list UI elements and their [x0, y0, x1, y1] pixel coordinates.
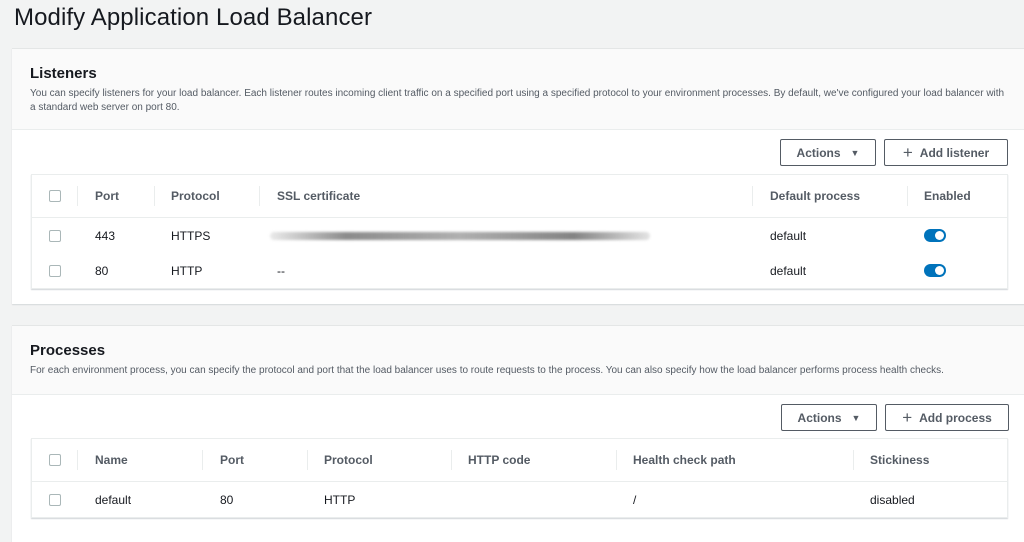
column-header-name[interactable]: Name — [95, 439, 128, 481]
row-checkbox[interactable] — [49, 493, 61, 506]
caret-down-icon: ▼ — [850, 147, 860, 158]
redacted-ssl-certificate — [270, 231, 650, 240]
processes-table: Name Port Protocol HTTP code Health chec… — [31, 438, 1008, 518]
processes-toolbar: Actions ▼ + Add process — [781, 404, 1009, 431]
listeners-panel: Listeners You can specify listeners for … — [12, 48, 1024, 304]
column-header-stickiness[interactable]: Stickiness — [870, 439, 929, 481]
column-header-http-code[interactable]: HTTP code — [468, 439, 530, 481]
add-process-button[interactable]: + Add process — [885, 404, 1009, 431]
listener-port: 80 — [95, 263, 109, 278]
column-header-health-check-path[interactable]: Health check path — [633, 439, 736, 481]
listeners-description: You can specify listeners for your load … — [30, 88, 1005, 113]
add-listener-button[interactable]: + Add listener — [884, 139, 1008, 166]
column-header-enabled[interactable]: Enabled — [924, 175, 971, 217]
add-process-label: Add process — [919, 410, 992, 425]
processes-header: Processes For each environment process, … — [12, 326, 1024, 395]
process-name: default — [95, 492, 132, 507]
table-header-row: Port Protocol SSL certificate Default pr… — [32, 175, 1007, 218]
listeners-header: Listeners You can specify listeners for … — [12, 49, 1024, 130]
process-stickiness: disabled — [870, 492, 915, 507]
column-header-port[interactable]: Port — [220, 439, 244, 481]
listeners-title: Listeners — [30, 65, 97, 82]
column-header-protocol[interactable]: Protocol — [171, 175, 220, 217]
listeners-toolbar: Actions ▼ + Add listener — [780, 139, 1008, 166]
column-header-protocol[interactable]: Protocol — [324, 439, 373, 481]
row-checkbox[interactable] — [49, 229, 61, 242]
table-row[interactable]: 80 HTTP -- default — [32, 253, 1007, 288]
listener-protocol: HTTP — [171, 263, 203, 278]
table-row[interactable]: default 80 HTTP / disabled — [32, 482, 1007, 517]
listeners-actions-button[interactable]: Actions ▼ — [780, 139, 876, 166]
processes-panel: Processes For each environment process, … — [12, 325, 1024, 542]
enabled-toggle[interactable] — [924, 229, 946, 242]
listener-default-process: default — [770, 263, 807, 278]
processes-actions-button[interactable]: Actions ▼ — [781, 404, 877, 431]
process-port: 80 — [220, 492, 234, 507]
process-health-check-path: / — [633, 492, 637, 507]
column-header-ssl-certificate[interactable]: SSL certificate — [277, 175, 360, 217]
table-row[interactable]: 443 HTTPS default — [32, 218, 1007, 253]
caret-down-icon: ▼ — [851, 412, 861, 423]
page-title: Modify Application Load Balancer — [14, 4, 373, 31]
listener-protocol: HTTPS — [171, 228, 211, 243]
processes-title: Processes — [30, 342, 106, 359]
table-header-row: Name Port Protocol HTTP code Health chec… — [32, 439, 1007, 482]
enabled-toggle[interactable] — [924, 264, 946, 277]
column-header-default-process[interactable]: Default process — [770, 175, 860, 217]
listener-default-process: default — [770, 228, 807, 243]
listener-ssl-certificate: -- — [277, 263, 285, 278]
processes-actions-label: Actions — [797, 410, 842, 425]
select-all-checkbox[interactable] — [49, 454, 61, 466]
plus-icon: + — [902, 143, 913, 162]
row-checkbox[interactable] — [49, 264, 61, 277]
add-listener-label: Add listener — [919, 145, 990, 160]
processes-description: For each environment process, you can sp… — [30, 365, 944, 376]
listeners-actions-label: Actions — [796, 145, 841, 160]
plus-icon: + — [902, 408, 913, 427]
process-protocol: HTTP — [324, 492, 356, 507]
listeners-table: Port Protocol SSL certificate Default pr… — [31, 174, 1008, 289]
column-header-port[interactable]: Port — [95, 175, 119, 217]
select-all-checkbox[interactable] — [49, 190, 61, 202]
listener-port: 443 — [95, 228, 116, 243]
